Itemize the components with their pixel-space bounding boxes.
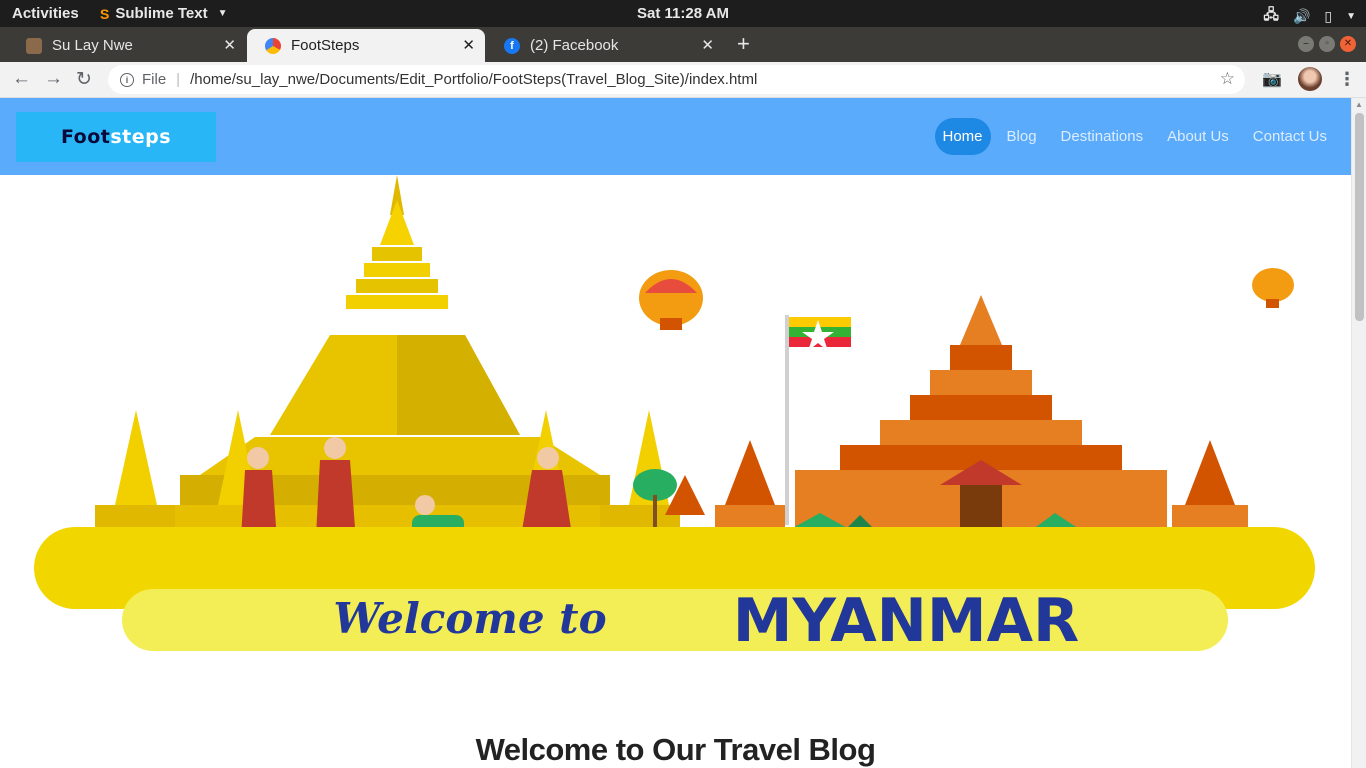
page-scrollbar[interactable]: ▲: [1351, 98, 1366, 768]
page-title: Welcome to Our Travel Blog: [475, 732, 876, 767]
reload-button[interactable]: ↻: [76, 68, 92, 91]
close-icon[interactable]: ✕: [462, 36, 475, 54]
tab-footsteps[interactable]: FootSteps ✕: [247, 29, 485, 62]
temple-illustration: [665, 295, 1248, 530]
nav-about-us[interactable]: About Us: [1159, 118, 1237, 155]
page-viewport: Footsteps Home Blog Destinations About U…: [0, 98, 1351, 768]
nav-home[interactable]: Home: [934, 118, 991, 155]
chevron-down-icon: ▼: [217, 8, 228, 19]
close-icon[interactable]: ✕: [223, 36, 236, 54]
forward-button[interactable]: →: [44, 68, 63, 90]
app-menu[interactable]: S Sublime Text ▼: [100, 5, 228, 22]
facebook-icon: f: [504, 37, 520, 54]
site-menu: Home Blog Destinations About Us Contact …: [934, 118, 1336, 155]
chrome-favicon-icon: [265, 37, 281, 54]
network-icon: 🖧: [1263, 6, 1279, 22]
minimize-button[interactable]: –: [1298, 36, 1314, 52]
activities-button[interactable]: Activities: [12, 5, 79, 22]
nav-contact-us[interactable]: Contact Us: [1245, 118, 1335, 155]
scheme-label: File: [142, 71, 167, 88]
battery-icon: ▯: [1324, 7, 1333, 24]
nav-destinations[interactable]: Destinations: [1053, 118, 1152, 155]
volume-icon: 🔊: [1292, 7, 1311, 24]
hero-illustration: Welcome to MYANMAR: [34, 175, 1315, 656]
sublime-text-icon: S: [100, 5, 110, 22]
avatar[interactable]: [1298, 67, 1322, 91]
close-window-button[interactable]: ✕: [1340, 36, 1356, 52]
system-tray[interactable]: 🖧 🔊 ▯ ▼: [1263, 4, 1356, 28]
menu-kebab-icon[interactable]: ⋮: [1338, 69, 1356, 90]
nav-blog[interactable]: Blog: [999, 118, 1045, 155]
window-controls: – ▫ ✕: [1298, 36, 1356, 52]
address-bar[interactable]: i File | /home/su_lay_nwe/Documents/Edit…: [108, 65, 1245, 94]
tab-title: Su Lay Nwe: [52, 37, 133, 54]
toolbar-actions: 📷 ⋮: [1262, 67, 1356, 91]
hero-welcome-script: Welcome to: [333, 594, 606, 643]
logo-text: Footsteps: [60, 126, 172, 148]
hero-country-title: MYANMAR: [733, 586, 1079, 656]
close-icon[interactable]: ✕: [701, 36, 714, 54]
tab-title: (2) Facebook: [530, 37, 619, 54]
new-tab-button[interactable]: +: [737, 31, 750, 57]
bookmark-star-icon[interactable]: ☆: [1220, 69, 1235, 89]
golden-pagoda-illustration: [150, 175, 640, 530]
tab-facebook[interactable]: f (2) Facebook ✕: [486, 29, 724, 62]
maximize-button[interactable]: ▫: [1319, 36, 1335, 52]
divider: |: [176, 71, 181, 88]
browser-toolbar: ← → ↻ i File | /home/su_lay_nwe/Document…: [0, 62, 1366, 98]
hot-air-balloon-icon: [1252, 268, 1294, 308]
hot-air-balloon-icon: [639, 270, 703, 330]
site-logo[interactable]: Footsteps: [16, 112, 216, 162]
system-top-bar: Activities S Sublime Text ▼ Sat 11:28 AM…: [0, 0, 1366, 27]
camera-icon[interactable]: 📷: [1262, 69, 1282, 89]
profile-favicon-icon: [26, 37, 42, 54]
back-button[interactable]: ←: [12, 68, 31, 90]
url-text[interactable]: /home/su_lay_nwe/Documents/Edit_Portfoli…: [190, 71, 757, 88]
browser-tab-strip: Su Lay Nwe ✕ FootSteps ✕ f (2) Facebook …: [0, 27, 1366, 62]
site-navbar: Footsteps Home Blog Destinations About U…: [0, 98, 1351, 175]
tab-title: FootSteps: [291, 37, 360, 54]
info-icon[interactable]: i: [120, 72, 134, 87]
chevron-down-icon: ▼: [1346, 10, 1356, 22]
app-menu-label: Sublime Text: [115, 5, 208, 22]
scrollbar-thumb[interactable]: [1355, 113, 1364, 321]
scroll-up-icon[interactable]: ▲: [1355, 100, 1363, 109]
tab-su-lay-nwe[interactable]: Su Lay Nwe ✕: [8, 29, 246, 62]
